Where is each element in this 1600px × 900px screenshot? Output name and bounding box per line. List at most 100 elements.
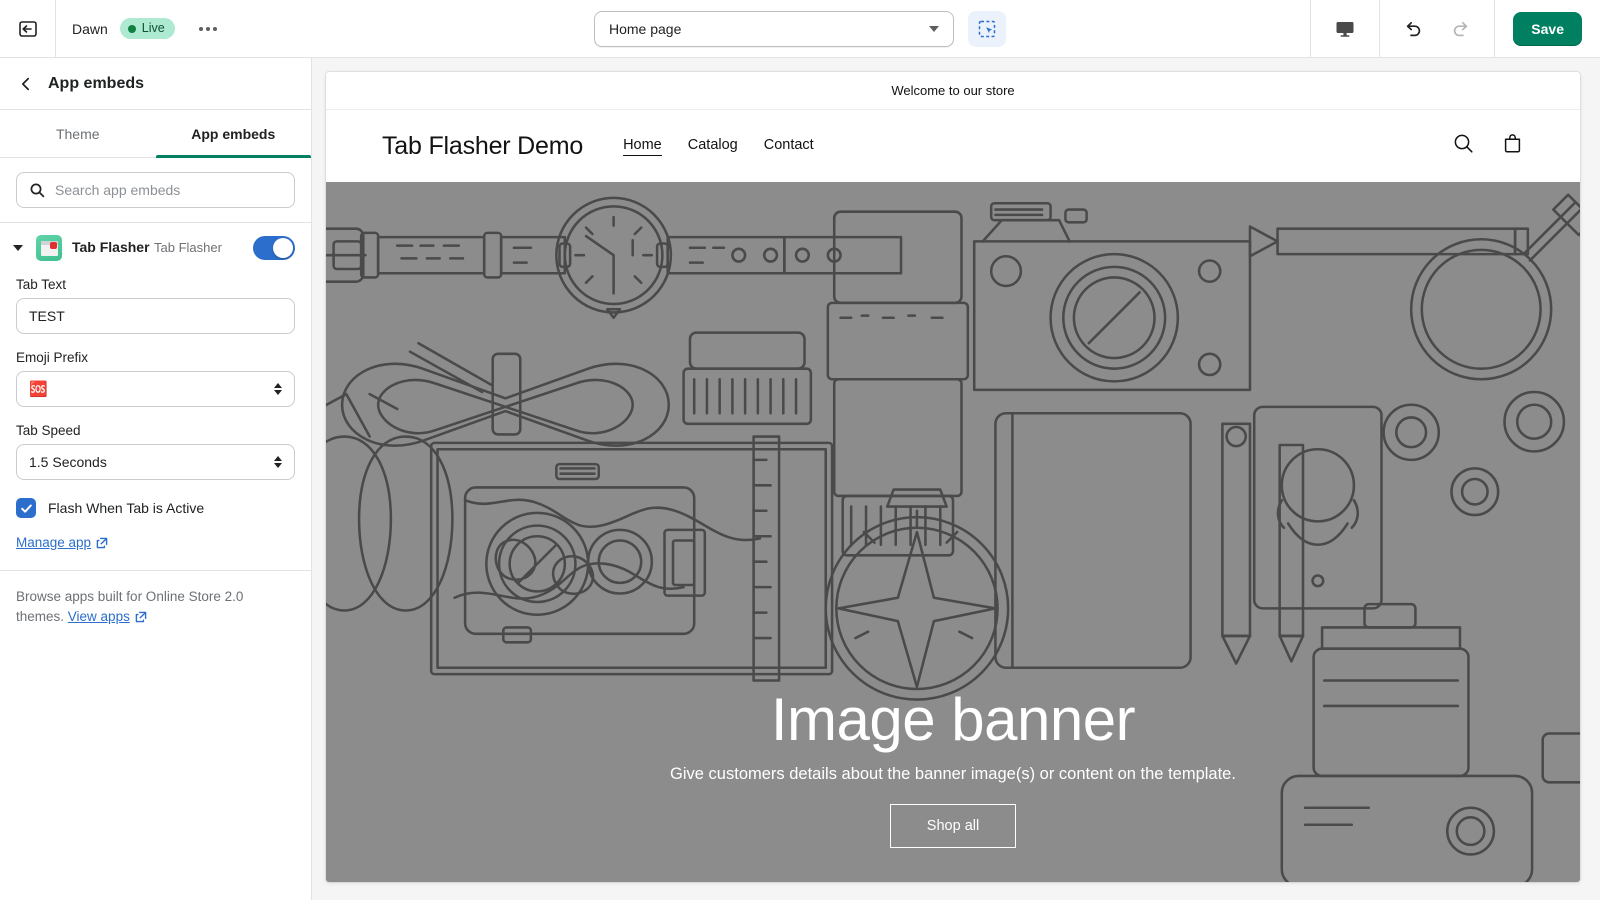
device-preview-group [1310, 0, 1379, 58]
field-emoji-prefix: Emoji Prefix 🆘 [16, 350, 295, 407]
theme-editor-window: Dawn Live Home page Save App embeds Them… [0, 0, 1600, 900]
tab-speed-select[interactable]: 1.5 Seconds [16, 444, 295, 480]
marquee-select-icon [978, 20, 996, 37]
tab-speed-label: Tab Speed [16, 423, 81, 438]
history-group [1379, 0, 1494, 58]
flash-when-active-label: Flash When Tab is Active [48, 500, 205, 516]
save-group: Save [1494, 0, 1600, 58]
manage-app-link[interactable]: Manage app [16, 535, 108, 550]
sidebar-tabs: Theme App embeds [0, 110, 311, 158]
flash-when-active-checkbox[interactable] [16, 498, 36, 518]
toggle-knob [273, 238, 293, 258]
redo-button[interactable] [1444, 13, 1476, 45]
stepper-down-arrow [274, 390, 282, 395]
more-horizontal-icon-dot [205, 26, 210, 31]
desktop-preview-button[interactable] [1329, 13, 1361, 45]
more-horizontal-icon-dot [198, 26, 203, 31]
undo-button[interactable] [1398, 13, 1430, 45]
theme-name-label: Dawn [72, 20, 108, 37]
search-icon [30, 183, 45, 198]
tab-app-embeds[interactable]: App embeds [155, 110, 312, 158]
app-subtitle-label: Tab Flasher [154, 240, 222, 255]
exit-to-app-icon [18, 20, 37, 37]
chevron-down-icon [929, 25, 939, 32]
app-icon-window-shape [40, 240, 58, 256]
tab-text-input[interactable] [16, 298, 295, 334]
editor-top-bar: Dawn Live Home page Save [0, 0, 1600, 58]
stepper-up-arrow [274, 383, 282, 388]
app-name-label: Tab Flasher [72, 239, 150, 255]
top-bar-left-group: Dawn Live [56, 18, 223, 39]
app-meta: Tab Flasher Tab Flasher [72, 239, 243, 257]
storefront-cart-button[interactable] [1501, 132, 1524, 160]
page-selector[interactable]: Home page [594, 10, 954, 47]
search-field-wrapper[interactable] [16, 172, 295, 208]
app-icon-notification-badge [49, 241, 57, 249]
nav-link-contact[interactable]: Contact [764, 137, 814, 155]
flash-when-active-checkbox-row[interactable]: Flash When Tab is Active [16, 498, 295, 518]
storefront-actions [1452, 132, 1524, 160]
external-link-icon [96, 537, 108, 548]
page-title: App embeds [48, 74, 145, 92]
editor-sidebar: App embeds Theme App embeds Search app e… [0, 58, 312, 900]
sidebar-footer: Browse apps built for Online Store 2.0 t… [0, 570, 311, 643]
desktop-icon [1336, 21, 1354, 37]
tab-text-label: Tab Text [16, 277, 67, 292]
shop-all-button[interactable]: Shop all [889, 804, 1017, 848]
external-link-icon [135, 611, 147, 623]
status-badge: Live [119, 18, 175, 39]
storefront-header: Tab Flasher Demo Home Catalog Contact [326, 110, 1580, 182]
page-selector-value: Home page [609, 20, 682, 37]
sidebar-back-button[interactable] [18, 76, 34, 92]
emoji-prefix-select[interactable]: 🆘 [16, 371, 295, 407]
app-embed-settings: Tab Text Emoji Prefix 🆘 Tab Speed [0, 273, 311, 570]
stepper-up-arrow [274, 456, 282, 461]
search-input[interactable] [55, 182, 282, 198]
tab-speed-value: 1.5 Seconds [29, 454, 107, 470]
redo-arrow-icon [1454, 21, 1468, 36]
top-bar-center-group: Home page [594, 10, 1006, 47]
storefront-preview-frame[interactable]: Welcome to our store Tab Flasher Demo Ho… [326, 72, 1580, 882]
nav-link-catalog[interactable]: Catalog [688, 137, 738, 155]
view-apps-link[interactable]: View apps [68, 607, 147, 627]
storefront-search-button[interactable] [1452, 132, 1475, 160]
stepper-updown-icon [274, 456, 282, 468]
announcement-bar: Welcome to our store [326, 72, 1580, 110]
preview-pane: Welcome to our store Tab Flasher Demo Ho… [312, 58, 1600, 900]
tab-theme[interactable]: Theme [0, 110, 156, 157]
nav-link-home[interactable]: Home [623, 137, 662, 156]
emoji-prefix-label: Emoji Prefix [16, 350, 89, 365]
store-name-logo: Tab Flasher Demo [382, 131, 584, 160]
view-apps-label: View apps [67, 609, 130, 624]
emoji-prefix-value: 🆘 [29, 380, 48, 398]
editor-body: App embeds Theme App embeds Search app e… [0, 58, 1600, 900]
image-banner-section[interactable]: Image banner Give customers details abou… [326, 182, 1580, 882]
save-button[interactable]: Save [1513, 11, 1582, 46]
app-embed-enable-toggle[interactable] [253, 236, 295, 260]
undo-arrow-icon [1407, 21, 1421, 36]
shopping-bag-icon [1504, 134, 1521, 153]
sidebar-header: App embeds [0, 58, 311, 110]
stepper-updown-icon [274, 383, 282, 395]
exit-editor-button[interactable] [0, 0, 56, 58]
checkmark-icon [20, 504, 32, 513]
banner-text-block: Image banner Give customers details abou… [326, 688, 1580, 848]
manage-app-label: Manage app [16, 535, 92, 550]
manage-app-row: Manage app [16, 534, 295, 552]
top-bar-right-group: Save [1310, 0, 1600, 58]
live-badge-label: Live [141, 21, 165, 35]
stepper-down-arrow [274, 463, 282, 468]
triangle-down-icon [13, 245, 23, 251]
more-actions-button[interactable] [193, 19, 223, 39]
more-horizontal-icon-dot [212, 26, 217, 31]
banner-subheading: Give customers details about the banner … [670, 765, 1236, 783]
field-tab-speed: Tab Speed 1.5 Seconds [16, 423, 295, 480]
field-tab-text: Tab Text [16, 277, 295, 334]
live-status-dot-icon [127, 24, 136, 33]
chevron-left-icon [21, 77, 30, 90]
banner-heading: Image banner [770, 686, 1136, 753]
app-embed-row-tab-flasher[interactable]: Tab Flasher Tab Flasher [0, 223, 311, 273]
app-disclosure-toggle[interactable] [10, 240, 26, 256]
tab-flasher-app-icon [36, 235, 62, 261]
marquee-select-tool-button[interactable] [968, 10, 1006, 47]
